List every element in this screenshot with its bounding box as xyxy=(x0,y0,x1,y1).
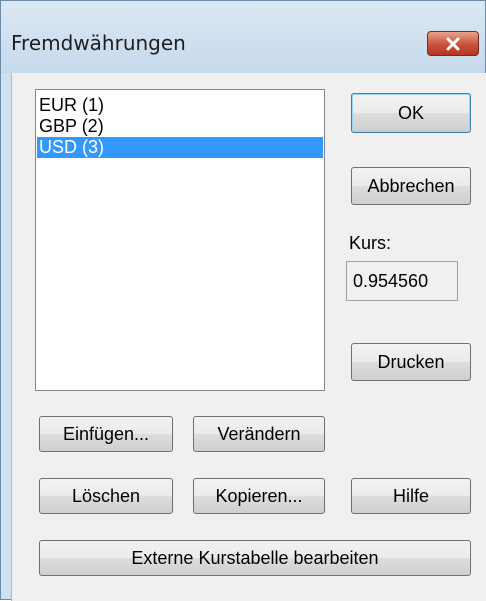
window-title: Fremdwährungen xyxy=(11,31,186,55)
external-rate-table-button[interactable]: Externe Kurstabelle bearbeiten xyxy=(39,540,471,576)
help-button[interactable]: Hilfe xyxy=(351,478,471,514)
copy-button[interactable]: Kopieren... xyxy=(193,478,325,514)
rate-field[interactable]: 0.954560 xyxy=(346,261,458,301)
close-button[interactable] xyxy=(427,31,479,56)
rate-label: Kurs: xyxy=(349,233,392,253)
currency-listbox[interactable]: EUR (1) GBP (2) USD (3) xyxy=(35,89,325,391)
dialog-body: EUR (1) GBP (2) USD (3) OK Abbrechen Kur… xyxy=(11,73,486,601)
list-item-gbp[interactable]: GBP (2) xyxy=(37,116,323,137)
cancel-button[interactable]: Abbrechen xyxy=(351,167,471,205)
close-icon xyxy=(446,37,460,50)
print-button[interactable]: Drucken xyxy=(351,343,471,381)
change-button[interactable]: Verändern xyxy=(193,416,325,452)
dialog-window: Fremdwährungen EUR (1) GBP (2) USD (3) O… xyxy=(0,0,486,601)
list-item-eur[interactable]: EUR (1) xyxy=(37,95,323,116)
ok-button[interactable]: OK xyxy=(351,93,471,133)
title-bar[interactable]: Fremdwährungen xyxy=(1,1,485,73)
list-item-usd[interactable]: USD (3) xyxy=(37,137,323,158)
delete-button[interactable]: Löschen xyxy=(39,478,173,514)
insert-button[interactable]: Einfügen... xyxy=(39,416,173,452)
